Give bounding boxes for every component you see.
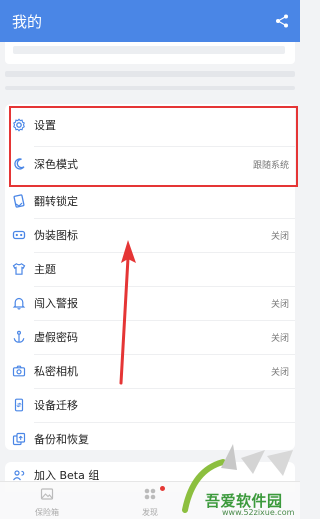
device-migration-row[interactable]: 设备迁移 [5,388,295,422]
page-title: 我的 [12,12,43,31]
grid-icon [143,486,157,505]
row-value: 关闭 [270,333,289,344]
gear-icon [11,117,27,133]
profile-placeholder [13,46,285,54]
row-label: 私密相机 [34,365,78,378]
row-label: 翻转锁定 [34,195,78,208]
private-camera-row[interactable]: 私密相机 关闭 [5,354,295,388]
row-value: 关闭 [270,231,289,242]
settings-list: 设置 深色模式 跟随系统 翻转锁定 伪装图标 关闭 主题 闯入警报 关闭 虚假密… [5,104,295,450]
moon-icon [11,156,27,172]
bell-icon [11,295,27,311]
photo-icon [40,486,54,505]
phone-transfer-icon [11,397,27,413]
camera-icon [11,363,27,379]
disguise-icon-row[interactable]: 伪装图标 关闭 [5,218,295,252]
row-label: 主题 [34,263,56,276]
row-value: 关闭 [270,367,289,378]
shirt-icon [11,261,27,277]
row-label: 设置 [34,119,56,132]
backup-icon [11,431,27,447]
nav-label: 保险箱 [35,508,59,517]
settings-row[interactable]: 设置 [5,108,295,142]
app-header: 我的 [0,0,300,42]
row-label: 设备迁移 [34,399,78,412]
anchor-icon [11,329,27,345]
row-label: 伪装图标 [34,229,78,242]
row-value: 跟随系统 [252,160,289,171]
placeholder-line [5,71,295,77]
nav-label: 发现 [142,508,158,517]
nav-discover[interactable]: 发现 [120,486,180,518]
fake-password-row[interactable]: 虚假密码 关闭 [5,320,295,354]
nav-vault[interactable]: 保险箱 [17,486,77,518]
row-label: 深色模式 [34,158,78,171]
flip-lock-row[interactable]: 翻转锁定 [5,184,295,218]
intruder-alert-row[interactable]: 闯入警报 关闭 [5,286,295,320]
notification-dot [160,486,165,491]
dark-mode-row[interactable]: 深色模式 跟随系统 [5,147,295,181]
row-label: 备份和恢复 [34,433,89,446]
profile-card[interactable] [5,42,295,64]
row-label: 闯入警报 [34,297,78,310]
theme-row[interactable]: 主题 [5,252,295,286]
row-value: 关闭 [270,299,289,310]
mask-icon [11,227,27,243]
flip-lock-icon [11,193,27,209]
placeholder-line [5,86,295,90]
bottom-nav: 保险箱 发现 [0,481,300,519]
row-label: 虚假密码 [34,331,78,344]
backup-restore-row[interactable]: 备份和恢复 [5,422,295,450]
share-icon[interactable] [274,13,290,29]
